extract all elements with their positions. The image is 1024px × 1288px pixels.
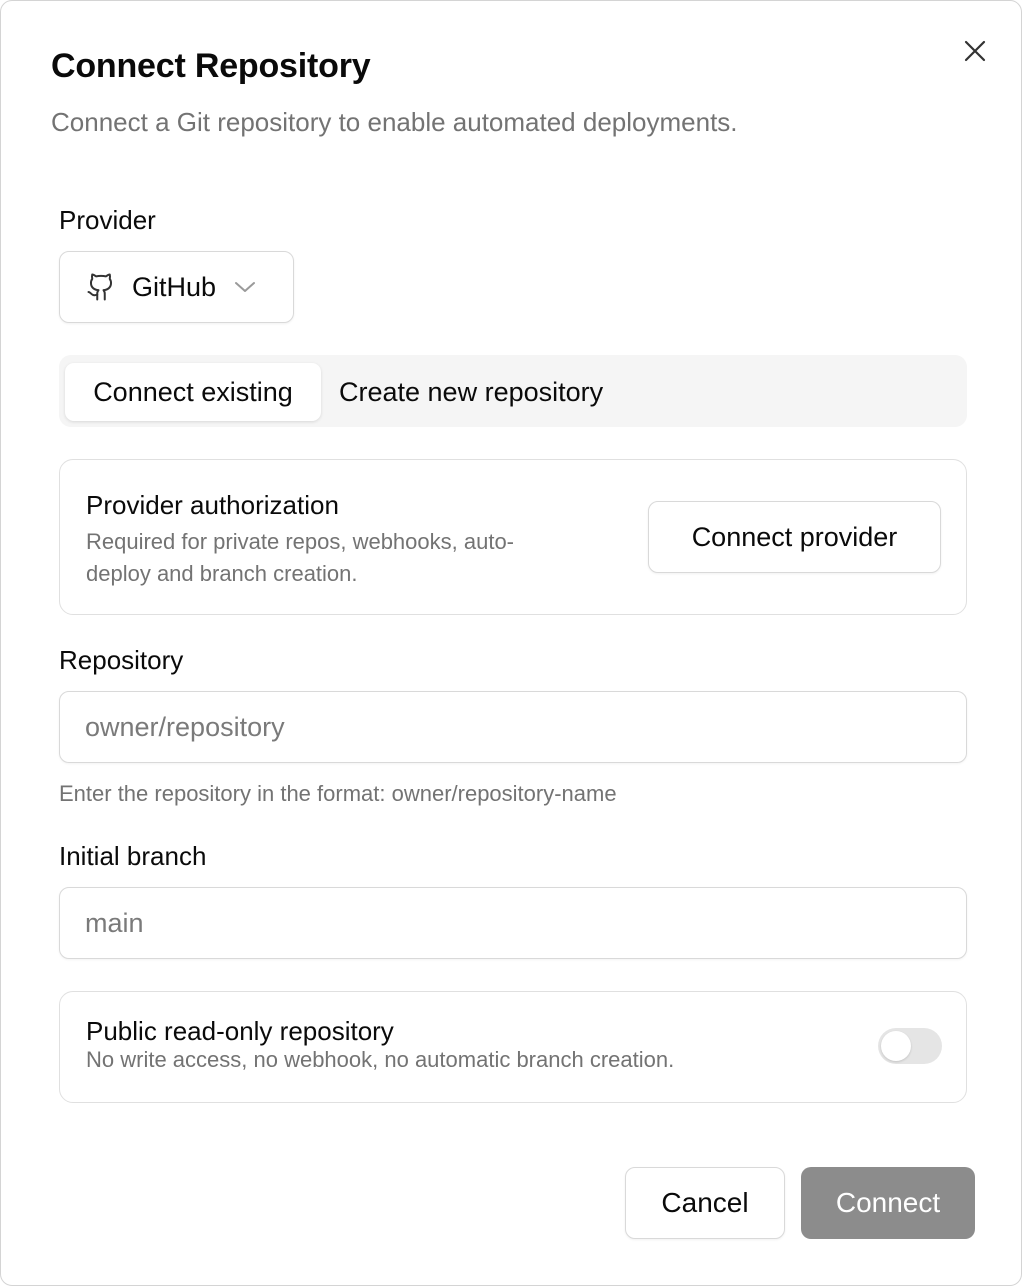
public-readonly-title: Public read-only repository bbox=[86, 1016, 394, 1046]
provider-label: Provider bbox=[59, 205, 156, 235]
provider-selected-value: GitHub bbox=[132, 271, 217, 302]
public-readonly-card: Public read-only repository No write acc… bbox=[59, 991, 967, 1103]
close-icon bbox=[963, 39, 987, 63]
authorization-description-line: Required for private repos, webhooks, au… bbox=[86, 529, 515, 554]
dialog-subtitle: Connect a Git repository to enable autom… bbox=[51, 107, 738, 137]
initial-branch-label: Initial branch bbox=[59, 841, 207, 871]
authorization-description-line: deploy and branch creation. bbox=[86, 561, 358, 586]
github-icon bbox=[86, 272, 116, 302]
public-readonly-description: No write access, no webhook, no automati… bbox=[86, 1047, 675, 1072]
connect-button[interactable]: Connect bbox=[801, 1167, 975, 1239]
connect-provider-button[interactable]: Connect provider bbox=[648, 501, 941, 573]
authorization-description: Required for private repos, webhooks, au… bbox=[86, 526, 514, 590]
cancel-button[interactable]: Cancel bbox=[625, 1167, 785, 1239]
provider-select[interactable]: GitHub bbox=[59, 251, 294, 323]
public-readonly-toggle[interactable] bbox=[878, 1028, 942, 1064]
dialog-title: Connect Repository bbox=[51, 47, 371, 85]
tab-connect-existing[interactable]: Connect existing bbox=[65, 363, 321, 421]
initial-branch-input[interactable] bbox=[59, 887, 967, 959]
repository-input[interactable] bbox=[59, 691, 967, 763]
chevron-down-icon bbox=[234, 280, 256, 294]
close-button[interactable] bbox=[959, 35, 991, 67]
repository-helper-text: Enter the repository in the format: owne… bbox=[59, 781, 617, 806]
authorization-title: Provider authorization bbox=[86, 490, 339, 520]
repository-label: Repository bbox=[59, 645, 184, 675]
toggle-knob bbox=[881, 1031, 911, 1061]
repository-mode-tabs: Connect existing Create new repository bbox=[59, 355, 967, 427]
connect-repository-dialog: Connect Repository Connect a Git reposit… bbox=[0, 0, 1022, 1286]
provider-authorization-card: Provider authorization Required for priv… bbox=[59, 459, 967, 615]
tab-create-new-repository[interactable]: Create new repository bbox=[339, 363, 603, 421]
